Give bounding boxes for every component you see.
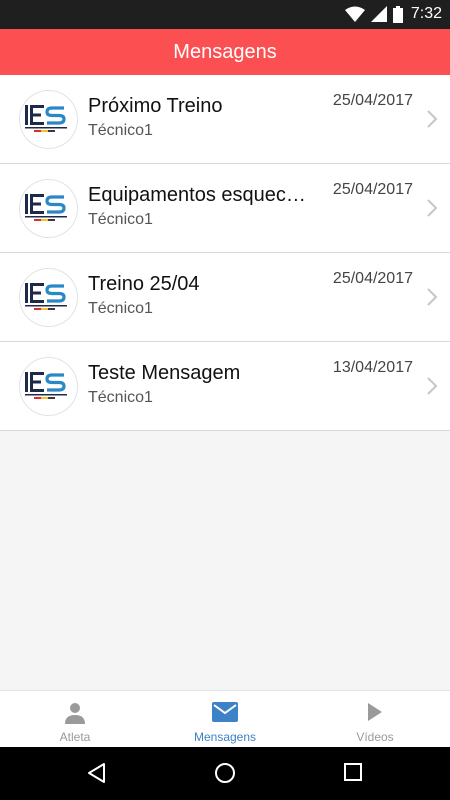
message-title: Treino 25/04 bbox=[88, 273, 200, 295]
home-icon[interactable] bbox=[214, 762, 236, 784]
app-header: Mensagens bbox=[0, 29, 450, 75]
message-title: Próximo Treino bbox=[88, 95, 223, 117]
signal-icon bbox=[370, 6, 387, 22]
message-row[interactable]: Teste Mensagem Técnico1 13/04/2017 bbox=[0, 342, 450, 431]
page-title: Mensagens bbox=[173, 40, 277, 63]
message-date: 25/04/2017 bbox=[332, 181, 413, 198]
status-time: 7:32 bbox=[410, 5, 442, 22]
ies-logo-icon bbox=[25, 194, 67, 221]
message-author: Técnico1 bbox=[88, 389, 153, 406]
message-row[interactable]: Equipamentos esquecidos Técnico1 25/04/2… bbox=[0, 164, 450, 253]
status-icons: 7:32 bbox=[344, 4, 442, 24]
chevron-right-icon bbox=[427, 377, 438, 395]
tab-bar: Atleta Mensagens Vídeos bbox=[0, 690, 450, 748]
ies-logo-icon bbox=[25, 283, 67, 310]
tab-label: Vídeos bbox=[356, 730, 394, 744]
status-bar: 7:32 bbox=[0, 0, 450, 29]
ies-logo-avatar bbox=[19, 357, 78, 416]
ies-logo-avatar bbox=[19, 179, 78, 238]
chevron-right-icon bbox=[427, 288, 438, 306]
message-row[interactable]: Treino 25/04 Técnico1 25/04/2017 bbox=[0, 253, 450, 342]
ies-logo-icon bbox=[25, 372, 67, 399]
message-list: Próximo Treino Técnico1 25/04/2017 Equip… bbox=[0, 75, 450, 431]
back-icon[interactable] bbox=[86, 762, 106, 784]
message-title: Teste Mensagem bbox=[88, 362, 241, 384]
wifi-icon bbox=[344, 6, 365, 22]
message-title: Equipamentos esquecidos bbox=[88, 184, 310, 206]
recents-icon[interactable] bbox=[343, 762, 363, 782]
ies-logo-avatar bbox=[19, 268, 78, 327]
mail-icon bbox=[212, 702, 238, 722]
ies-logo-icon bbox=[25, 105, 67, 132]
message-date: 25/04/2017 bbox=[332, 92, 413, 109]
message-author: Técnico1 bbox=[88, 211, 153, 228]
message-date: 13/04/2017 bbox=[332, 359, 413, 376]
ies-logo-avatar bbox=[19, 90, 78, 149]
tab-label: Atleta bbox=[59, 730, 91, 744]
person-icon bbox=[65, 703, 85, 724]
tab-videos[interactable]: Vídeos bbox=[300, 691, 450, 748]
tab-atleta[interactable]: Atleta bbox=[0, 691, 150, 748]
tab-label: Mensagens bbox=[193, 730, 257, 744]
chevron-right-icon bbox=[427, 199, 438, 217]
battery-icon bbox=[392, 5, 403, 23]
play-icon bbox=[368, 703, 382, 721]
message-author: Técnico1 bbox=[88, 122, 153, 139]
message-author: Técnico1 bbox=[88, 300, 153, 317]
tab-mensagens[interactable]: Mensagens bbox=[150, 691, 300, 748]
message-row[interactable]: Próximo Treino Técnico1 25/04/2017 bbox=[0, 75, 450, 164]
system-nav-bar bbox=[0, 747, 450, 800]
chevron-right-icon bbox=[427, 110, 438, 128]
message-date: 25/04/2017 bbox=[332, 270, 413, 287]
